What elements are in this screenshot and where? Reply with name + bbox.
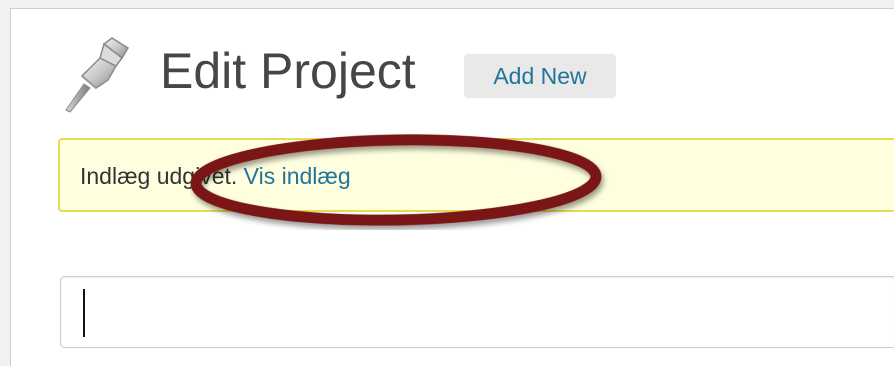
add-new-button[interactable]: Add New <box>464 54 616 98</box>
title-input[interactable] <box>60 276 894 348</box>
pushpin-icon <box>56 36 144 114</box>
updated-notice: Indlæg udgivet. Vis indlæg <box>58 138 894 212</box>
page-title: Edit Project <box>160 43 416 99</box>
text-caret <box>83 289 85 337</box>
view-post-link[interactable]: Vis indlæg <box>244 163 351 189</box>
notice-message: Indlæg udgivet. Vis indlæg <box>80 160 351 192</box>
notice-status-text: Indlæg udgivet. <box>80 163 238 189</box>
